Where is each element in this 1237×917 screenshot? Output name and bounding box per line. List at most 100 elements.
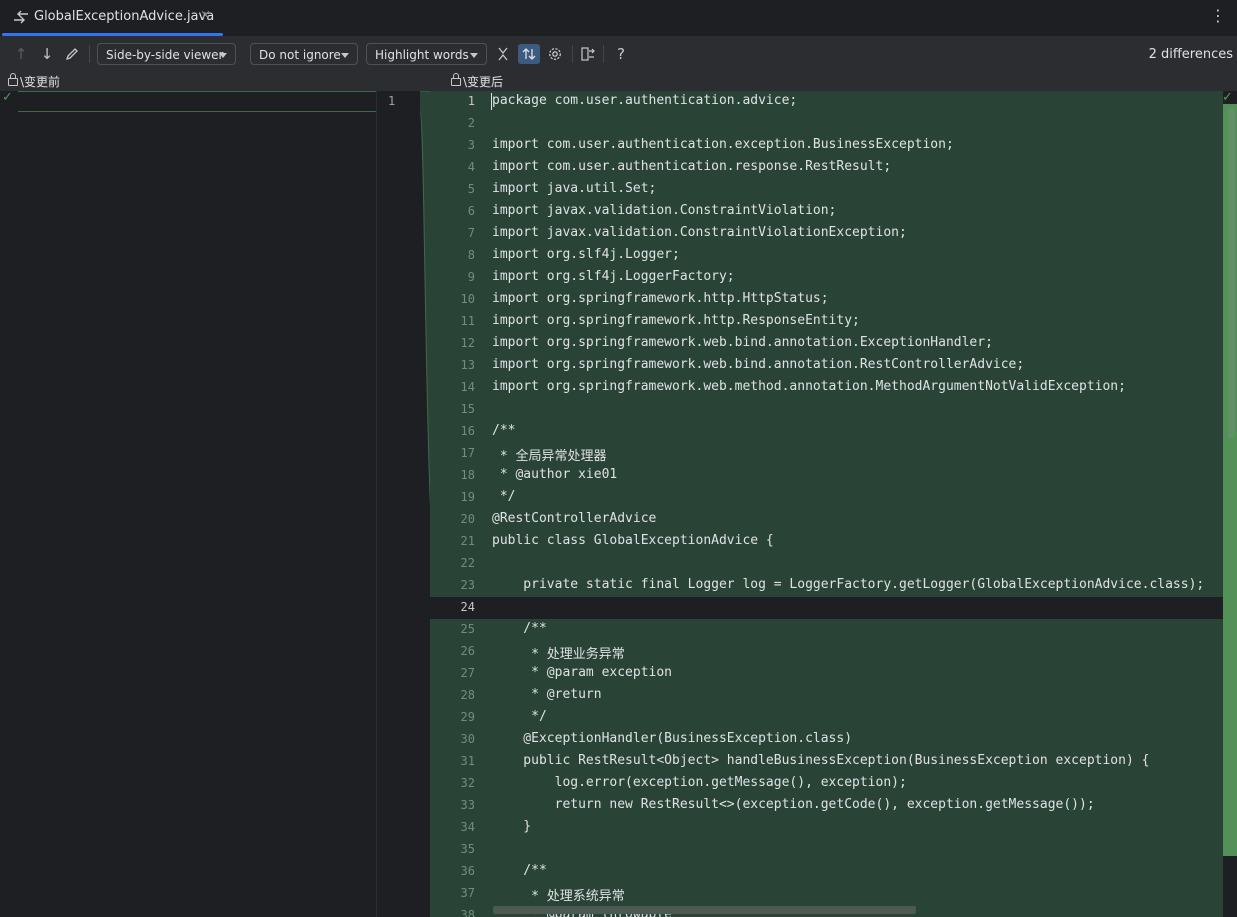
code-line[interactable]: 1 package com.user.authentication.advice; — [430, 91, 1223, 113]
ignore-whitespace-label: Do not ignore — [259, 48, 341, 62]
vertical-scrollbar[interactable] — [1228, 108, 1235, 438]
lock-icon — [8, 78, 18, 86]
code-line[interactable]: 24 — [430, 597, 1223, 619]
ignore-whitespace-dropdown[interactable]: Do not ignore — [250, 43, 358, 65]
code-text: */ — [492, 709, 547, 724]
collapse-icon[interactable] — [493, 44, 513, 64]
line-number: 19 — [430, 490, 475, 504]
code-line[interactable]: 27 * @param exception — [430, 663, 1223, 685]
code-line[interactable]: 17 * 全局异常处理器 — [430, 443, 1223, 465]
line-number: 21 — [430, 534, 475, 548]
line-number: 38 — [430, 908, 475, 917]
viewer-mode-label: Side-by-side viewer — [106, 48, 223, 62]
code-line[interactable]: 31 public RestResult<Object> handleBusin… — [430, 751, 1223, 773]
line-number: 17 — [430, 446, 475, 460]
line-number: 4 — [430, 160, 475, 174]
code-line[interactable]: 35 — [430, 839, 1223, 861]
code-text: * @author xie01 — [492, 467, 617, 482]
code-line[interactable]: 14import org.springframework.web.method.… — [430, 377, 1223, 399]
code-line[interactable]: 32 log.error(exception.getMessage(), exc… — [430, 773, 1223, 795]
left-editor-pane[interactable] — [0, 91, 376, 917]
code-line[interactable]: 23 private static final Logger log = Log… — [430, 575, 1223, 597]
code-line[interactable]: 19 */ — [430, 487, 1223, 509]
code-line[interactable]: 8import org.slf4j.Logger; — [430, 245, 1223, 267]
code-line[interactable]: 18 * @author xie01 — [430, 465, 1223, 487]
code-line[interactable]: 37 * 处理系统异常 — [430, 883, 1223, 905]
code-line[interactable]: 5import java.util.Set; — [430, 179, 1223, 201]
right-editor-pane[interactable]: 1 package com.user.authentication.advice;… — [430, 91, 1223, 917]
code-text: import org.springframework.web.method.an… — [492, 379, 1126, 394]
code-text: import org.slf4j.Logger; — [492, 247, 680, 262]
line-number: 30 — [430, 732, 475, 746]
line-number: 7 — [430, 226, 475, 240]
code-line[interactable]: 13import org.springframework.web.bind.an… — [430, 355, 1223, 377]
code-line[interactable]: 2 — [430, 113, 1223, 135]
help-icon[interactable]: ? — [611, 44, 631, 64]
code-line[interactable]: 12 import org.springframework.web.bind.an… — [430, 333, 1223, 355]
code-line[interactable]: 11import org.springframework.http.Respon… — [430, 311, 1223, 333]
code-line[interactable]: 3import com.user.authentication.exceptio… — [430, 135, 1223, 157]
code-text: import javax.validation.ConstraintViolat… — [492, 225, 907, 240]
diff-toolbar: ↑ ↓ Side-by-side viewer Do not ignore Hi… — [0, 37, 1237, 71]
settings-icon[interactable] — [545, 44, 565, 64]
code-text: package com.user.authentication.advice; — [492, 93, 797, 108]
highlight-mode-label: Highlight words — [375, 48, 469, 62]
code-line[interactable]: 28 * @return — [430, 685, 1223, 707]
code-line[interactable]: 6import javax.validation.ConstraintViola… — [430, 201, 1223, 223]
close-icon[interactable]: × — [200, 8, 211, 23]
tab-global-exception-advice[interactable]: GlobalExceptionAdvice.java × — [0, 0, 222, 36]
horizontal-scrollbar[interactable] — [493, 906, 916, 914]
code-line[interactable]: 25 /** — [430, 619, 1223, 641]
chevron-down-icon — [341, 53, 349, 58]
code-line[interactable]: 29 */ — [430, 707, 1223, 729]
code-text: * @param exception — [492, 665, 672, 680]
line-number: 12 — [430, 336, 475, 350]
more-vertical-icon[interactable]: ⋮ — [1208, 6, 1228, 28]
check-icon: ✓ — [1222, 91, 1236, 105]
code-line[interactable]: 36 /** — [430, 861, 1223, 883]
line-number: 35 — [430, 842, 475, 856]
edit-icon[interactable] — [62, 44, 82, 64]
line-number: 33 — [430, 798, 475, 812]
highlight-mode-dropdown[interactable]: Highlight words — [366, 43, 487, 65]
code-line[interactable]: 9 import org.slf4j.LoggerFactory; — [430, 267, 1223, 289]
code-line[interactable]: 26 * 处理业务异常 — [430, 641, 1223, 663]
line-number: 23 — [430, 578, 475, 592]
line-number: 36 — [430, 864, 475, 878]
code-text: * @return — [492, 687, 602, 702]
line-number: 1 — [430, 94, 475, 108]
line-number: 9 — [430, 270, 475, 284]
viewer-mode-dropdown[interactable]: Side-by-side viewer — [97, 43, 236, 65]
code-text: import org.springframework.http.Response… — [492, 313, 860, 328]
arrow-down-icon[interactable]: ↓ — [37, 44, 57, 64]
insertion-marker — [18, 111, 420, 112]
line-number: 37 — [430, 886, 475, 900]
code-line[interactable]: 22 — [430, 553, 1223, 575]
right-pane-title: \变更后 — [463, 75, 503, 89]
code-line[interactable]: 21public class GlobalExceptionAdvice { — [430, 531, 1223, 553]
code-line[interactable]: 10import org.springframework.http.HttpSt… — [430, 289, 1223, 311]
code-line[interactable]: 16/** — [430, 421, 1223, 443]
code-text: return new RestResult<>(exception.getCod… — [492, 797, 1095, 812]
arrow-up-icon[interactable]: ↑ — [11, 44, 31, 64]
code-text: } — [492, 819, 531, 834]
left-pane-title: \变更前 — [20, 75, 60, 89]
code-line[interactable]: 34 } — [430, 817, 1223, 839]
code-line[interactable]: 20@RestControllerAdvice — [430, 509, 1223, 531]
code-line[interactable]: 4import com.user.authentication.response… — [430, 157, 1223, 179]
code-text: * 处理系统异常 — [492, 885, 625, 904]
line-number: 13 — [430, 358, 475, 372]
external-diff-icon[interactable] — [578, 44, 598, 64]
code-line[interactable]: 33 return new RestResult<>(exception.get… — [430, 795, 1223, 817]
code-line[interactable]: 30 @ExceptionHandler(BusinessException.c… — [430, 729, 1223, 751]
code-line[interactable]: 15 — [430, 399, 1223, 421]
code-line[interactable]: 7 import javax.validation.ConstraintViola… — [430, 223, 1223, 245]
toolbar-separator — [89, 45, 90, 63]
sync-scroll-icon[interactable] — [518, 44, 540, 64]
code-text: import org.slf4j.LoggerFactory; — [492, 269, 735, 284]
line-number: 32 — [430, 776, 475, 790]
line-number: 20 — [430, 512, 475, 526]
line-number: 28 — [430, 688, 475, 702]
code-text: import org.springframework.http.HttpStat… — [492, 291, 829, 306]
code-text: import org.springframework.web.bind.anno… — [492, 335, 993, 350]
